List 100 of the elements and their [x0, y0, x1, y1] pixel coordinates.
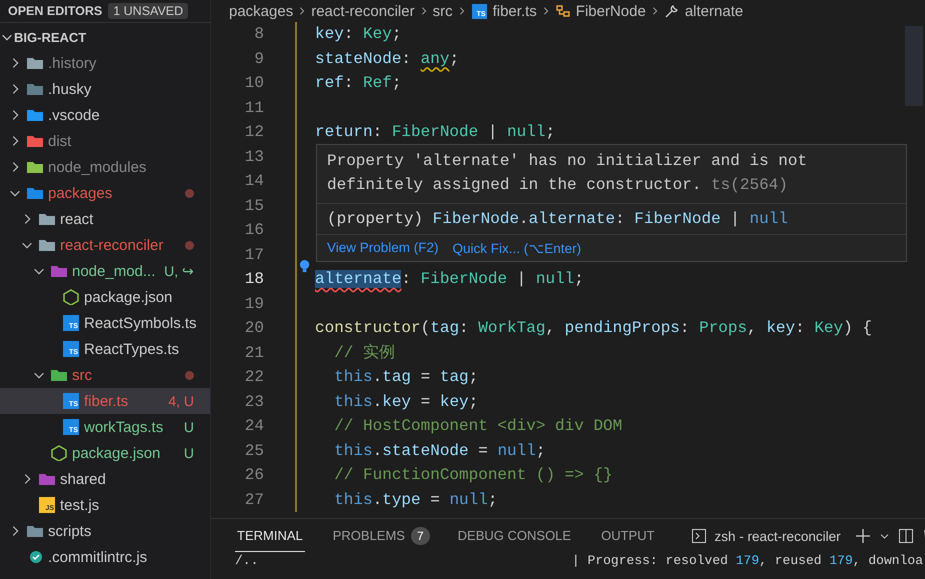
hover-action-link[interactable]: View Problem (F2) — [327, 240, 439, 256]
breadcrumb-item[interactable]: src — [432, 2, 453, 20]
line-number: 19 — [244, 294, 264, 314]
tree-item[interactable]: node_modules — [0, 154, 210, 180]
code-line: alternate: FiberNode | null; — [315, 270, 584, 288]
terminal-output: /.. — [235, 553, 258, 568]
tree-item[interactable]: react-reconciler — [0, 232, 210, 258]
panel-tab[interactable]: DEBUG CONSOLE — [456, 520, 574, 552]
class-icon — [554, 3, 571, 19]
file-name: .commitlintrc.js — [48, 548, 148, 566]
file-name: dist — [48, 132, 72, 150]
tree-item[interactable]: shared — [0, 466, 210, 492]
tree-item[interactable]: src — [0, 362, 210, 388]
count-badge: 7 — [410, 527, 430, 545]
line-number: 9 — [253, 48, 264, 70]
line-number: 16 — [244, 220, 264, 241]
file-name: shared — [60, 470, 107, 488]
tree-item[interactable]: react — [0, 206, 210, 232]
code-line: this.key = key; — [333, 392, 478, 410]
file-name: package.json — [72, 444, 162, 462]
line-number: 8 — [253, 24, 264, 45]
file-name: .history — [48, 54, 98, 72]
code-line: // FunctionComponent () => {} — [333, 466, 613, 484]
tree-item[interactable]: .husky — [0, 76, 210, 102]
line-number: 12 — [244, 122, 264, 143]
breadcrumb-item[interactable]: react-reconciler — [311, 2, 415, 20]
line-number: 26 — [244, 465, 264, 486]
code-line: return: FiberNode | null; — [315, 123, 556, 141]
hexagon-file-icon — [62, 289, 80, 305]
line-number: 23 — [244, 392, 264, 412]
file-name: react — [60, 210, 94, 228]
tree-item[interactable]: .vscode — [0, 102, 210, 128]
terminal-output: | Progress: resolved 179, reused 179, downloa — [572, 553, 923, 568]
git-status: U, ↪ — [164, 263, 194, 279]
project-title[interactable]: BIG-REACT — [14, 30, 86, 44]
terminal-selector[interactable]: zsh - react-reconciler — [714, 528, 841, 544]
breadcrumb-item[interactable]: packages — [229, 2, 294, 20]
modified-dot — [185, 188, 194, 198]
line-number: 17 — [244, 244, 264, 266]
code-line: ref: Ref; — [315, 74, 402, 92]
line-number: 25 — [244, 440, 264, 462]
file-name: src — [72, 366, 93, 384]
tree-item[interactable]: dist — [0, 128, 210, 154]
modified-dot — [185, 240, 194, 250]
file-name: packages — [48, 184, 114, 202]
tree-item[interactable]: package.json U — [0, 440, 210, 466]
line-number: 27 — [244, 490, 264, 510]
file-name: fiber.ts — [84, 392, 130, 410]
hexagon-file-icon — [50, 445, 68, 461]
breadcrumb-item[interactable]: alternate — [684, 2, 744, 20]
line-number: 20 — [244, 318, 264, 339]
git-status: 4, U — [168, 393, 194, 409]
wrench-icon — [664, 3, 680, 19]
unsaved-badge: 1 UNSAVED — [108, 3, 188, 19]
line-number: 10 — [244, 73, 264, 94]
breadcrumb-item[interactable]: FiberNode — [576, 2, 646, 20]
breadcrumb-item[interactable]: fiber.ts — [492, 2, 537, 20]
file-name: node_modules — [48, 158, 148, 176]
code-line: // HostComponent <div> div DOM — [333, 417, 622, 435]
code-line: this.stateNode = null; — [333, 442, 546, 460]
line-number: 14 — [244, 171, 264, 192]
code-line: // 实例 — [333, 344, 396, 362]
file-name: react-reconciler — [60, 236, 164, 254]
git-status: U — [184, 445, 194, 461]
file-name: .vscode — [48, 106, 101, 124]
plus-icon[interactable] — [854, 528, 871, 544]
panel-tab[interactable]: OUTPUT — [599, 520, 657, 552]
line-number: 11 — [244, 98, 264, 118]
lightbulb-icon[interactable] — [299, 259, 312, 274]
line-number: 24 — [244, 416, 264, 437]
line-number: 18 — [244, 269, 264, 290]
tree-item[interactable]: scripts — [0, 518, 210, 544]
line-number: 13 — [244, 146, 264, 168]
tree-item[interactable]: .commitlintrc.js — [0, 544, 210, 570]
file-name: package.json — [84, 288, 174, 306]
tree-item[interactable]: packages — [0, 180, 210, 206]
file-name: ReactTypes.ts — [84, 340, 180, 358]
file-name: test.js — [60, 496, 100, 514]
tree-item[interactable]: .history — [0, 50, 210, 76]
git-status: U — [184, 419, 194, 435]
tree-item[interactable]: node_mod... U, ↪ — [0, 258, 210, 284]
code-line: this.tag = tag; — [333, 368, 478, 386]
line-number: 15 — [244, 196, 264, 216]
file-name: scripts — [48, 522, 92, 540]
tree-item[interactable]: package.json — [0, 284, 210, 310]
file-name: workTags.ts — [84, 418, 164, 436]
code-line: key: Key; — [315, 25, 402, 43]
file-name: node_mod... — [72, 262, 156, 280]
terminal-icon — [690, 528, 707, 544]
panel-tab[interactable]: TERMINAL — [235, 520, 305, 552]
modified-dot — [185, 370, 194, 380]
error-message: Property 'alternate' has no initializer and is not definitely assigned in the constructor. ts(2564) — [327, 152, 808, 194]
type-signature: (property) FiberNode.alternate: FiberNode | null — [327, 210, 788, 228]
file-name: .husky — [48, 80, 92, 98]
hover-action-link[interactable]: Quick Fix... (⌥Enter) — [452, 240, 582, 256]
split-icon[interactable] — [898, 528, 914, 544]
panel-tab[interactable]: PROBLEMS — [330, 520, 407, 552]
line-number: 21 — [244, 342, 264, 364]
file-name: ReactSymbols.ts — [84, 314, 197, 332]
section-header[interactable]: OPEN EDITORS — [8, 4, 102, 18]
